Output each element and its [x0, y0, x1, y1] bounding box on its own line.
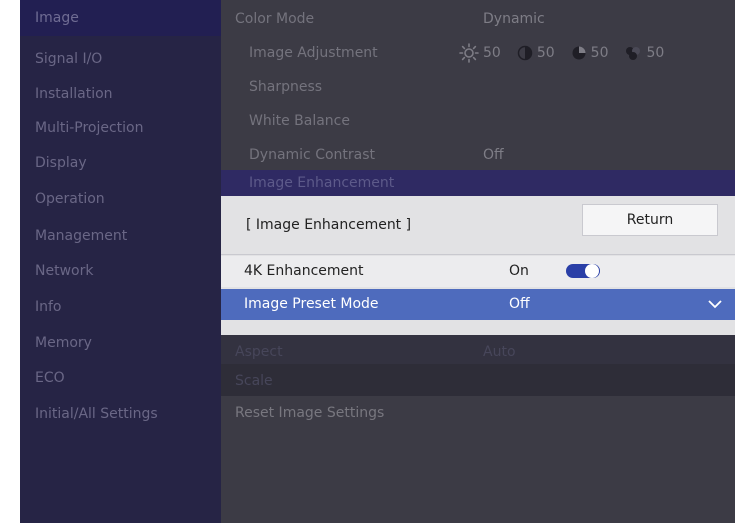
contrast-value: 50: [536, 45, 555, 61]
sidebar-item-operation[interactable]: Operation: [20, 181, 221, 217]
sidebar-item-initial-all-settings[interactable]: Initial/All Settings: [20, 396, 221, 432]
menu-label: Scale: [235, 373, 273, 389]
menu-label: Reset Image Settings: [235, 405, 385, 421]
sidebar-item-label: Initial/All Settings: [35, 406, 158, 422]
sidebar-item-multi-projection[interactable]: Multi-Projection: [20, 110, 221, 146]
sidebar-item-label: Image: [35, 10, 79, 26]
menu-label: Image Enhancement: [249, 175, 395, 191]
dialog-row-label: Image Preset Mode: [244, 296, 379, 312]
sidebar-item-label: Multi-Projection: [35, 120, 144, 136]
saturation-pair: 50: [571, 36, 609, 70]
sidebar-item-label: ECO: [35, 370, 65, 386]
brightness-value: 50: [483, 45, 501, 61]
brightness-icon: [459, 43, 479, 63]
sidebar-item-label: Signal I/O: [35, 51, 103, 67]
sidebar-item-management[interactable]: Management: [20, 218, 221, 254]
sidebar: Image Signal I/O Installation Multi-Proj…: [20, 0, 221, 523]
dialog-row-value: On: [509, 263, 529, 279]
menu-row-scale[interactable]: Scale: [221, 364, 735, 398]
sidebar-item-label: Management: [35, 228, 128, 244]
sidebar-item-label: Operation: [35, 191, 105, 207]
dialog-title: [ Image Enhancement ]: [246, 217, 412, 233]
tint-icon: [626, 47, 641, 60]
menu-value: Off: [483, 147, 504, 163]
dialog-row-4k-enhancement[interactable]: 4K Enhancement On: [221, 256, 735, 287]
chevron-down-icon[interactable]: [707, 298, 723, 310]
4k-enhancement-toggle[interactable]: [566, 264, 600, 278]
saturation-value: 50: [590, 45, 609, 61]
sidebar-item-signal-io[interactable]: Signal I/O: [20, 41, 221, 77]
tint-value: 50: [646, 45, 665, 61]
menu-row-white-balance[interactable]: White Balance: [221, 104, 735, 138]
return-button[interactable]: Return: [582, 204, 718, 236]
sidebar-item-label: Memory: [35, 335, 92, 351]
menu-value: Dynamic: [483, 11, 545, 27]
dialog-row-label: 4K Enhancement: [244, 263, 364, 279]
menu-row-reset-image-settings[interactable]: Reset Image Settings: [221, 396, 735, 430]
brightness-pair: 50: [459, 36, 501, 70]
contrast-icon: [517, 45, 533, 61]
sidebar-item-memory[interactable]: Memory: [20, 325, 221, 361]
sidebar-item-label: Installation: [35, 86, 113, 102]
dialog-row-image-preset-mode[interactable]: Image Preset Mode Off: [221, 289, 735, 320]
sidebar-item-info[interactable]: Info: [20, 289, 221, 325]
menu-label: Dynamic Contrast: [249, 147, 376, 163]
menu-label: Image Adjustment: [249, 45, 378, 61]
divider: [221, 254, 735, 255]
contrast-pair: 50: [517, 36, 555, 70]
menu-row-image-enhancement[interactable]: Image Enhancement: [221, 170, 735, 196]
tint-pair: 50: [624, 36, 664, 70]
toggle-knob: [585, 264, 599, 278]
dialog-row-value: Off: [509, 296, 530, 312]
sidebar-item-label: Info: [35, 299, 62, 315]
menu-row-color-mode[interactable]: Color Mode Dynamic: [221, 2, 735, 36]
menu-label: Sharpness: [249, 79, 323, 95]
menu-row-image-adjustment[interactable]: Image Adjustment 50 50 50 50: [221, 36, 735, 70]
image-adjustment-values: 50 50 50 50: [459, 36, 680, 70]
sidebar-item-label: Display: [35, 155, 87, 171]
menu-row-dynamic-contrast[interactable]: Dynamic Contrast Off: [221, 138, 735, 172]
saturation-icon: [572, 46, 586, 60]
sidebar-item-image[interactable]: Image: [20, 0, 221, 36]
sidebar-item-eco[interactable]: ECO: [20, 360, 221, 396]
sidebar-item-network[interactable]: Network: [20, 253, 221, 289]
sidebar-item-installation[interactable]: Installation: [20, 76, 221, 112]
menu-label: Color Mode: [235, 11, 315, 27]
menu-label: White Balance: [249, 113, 350, 129]
menu-row-sharpness[interactable]: Sharpness: [221, 70, 735, 104]
sidebar-item-display[interactable]: Display: [20, 145, 221, 181]
sidebar-item-label: Network: [35, 263, 94, 279]
